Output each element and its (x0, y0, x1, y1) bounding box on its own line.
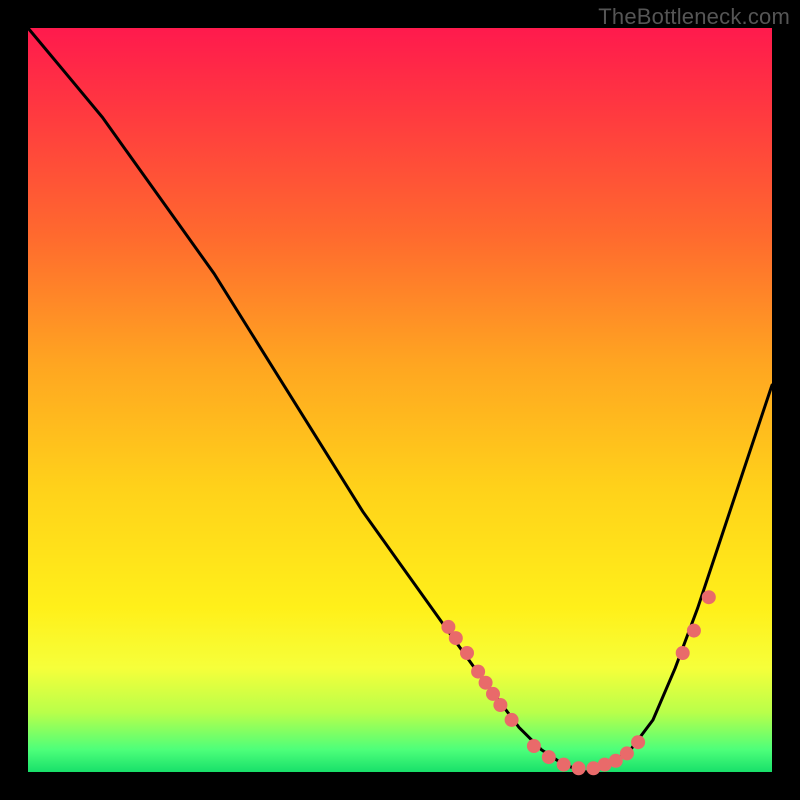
curve-marker (460, 646, 474, 660)
curve-marker (572, 761, 586, 775)
curve-marker (557, 758, 571, 772)
bottleneck-curve-line (28, 28, 772, 772)
curve-markers (441, 590, 715, 775)
curve-marker (493, 698, 507, 712)
curve-marker (676, 646, 690, 660)
curve-marker (542, 750, 556, 764)
gradient-plot-area (28, 28, 772, 772)
curve-marker (449, 631, 463, 645)
watermark-text: TheBottleneck.com (598, 4, 790, 30)
curve-marker (631, 735, 645, 749)
curve-marker (527, 739, 541, 753)
curve-marker (702, 590, 716, 604)
curve-marker (505, 713, 519, 727)
curve-marker (687, 624, 701, 638)
curve-svg (28, 28, 772, 772)
chart-frame: TheBottleneck.com (0, 0, 800, 800)
curve-marker (620, 746, 634, 760)
